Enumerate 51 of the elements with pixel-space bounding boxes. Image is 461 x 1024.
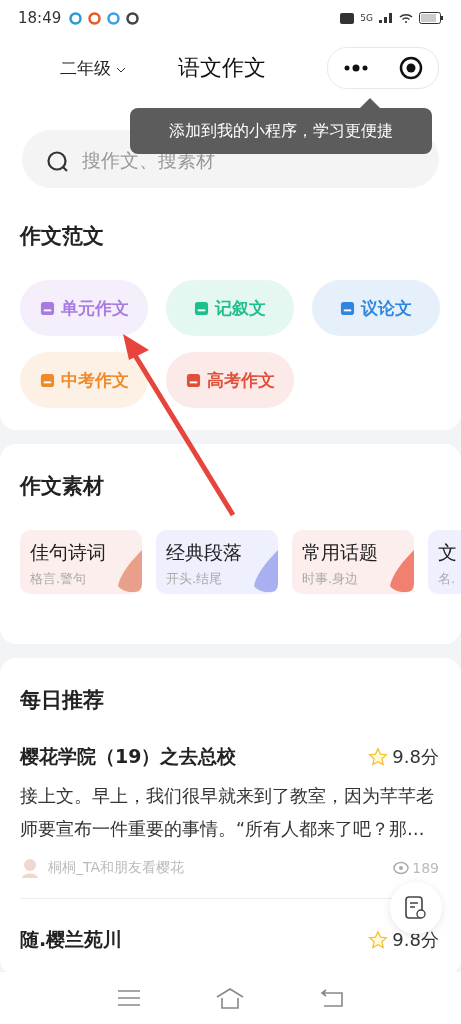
material-subtitle: 时事.身边 <box>302 570 360 588</box>
hd-icon <box>340 12 355 24</box>
category-icon <box>39 372 55 388</box>
network-label: 5G <box>360 13 373 23</box>
battery-icon <box>419 12 443 24</box>
author-name: 桐桐_TA和朋友看樱花 <box>48 859 185 877</box>
category-icon <box>185 372 201 388</box>
tooltip-pointer <box>360 98 380 108</box>
category-icon <box>39 300 55 316</box>
star-icon <box>368 930 389 950</box>
document-star-icon <box>405 896 427 920</box>
notification-icon <box>126 11 140 25</box>
notification-icon <box>69 11 83 25</box>
material-subtitle: 格言.警句 <box>30 570 88 588</box>
section-title: 作文素材 <box>20 473 105 500</box>
category-icon <box>194 300 209 316</box>
article-title[interactable]: 樱花学院（19）之去总校 <box>20 744 237 770</box>
article-excerpt: 接上文。早上，我们很早就来到了教室，因为芊芊老师要宣布一件重要的事情。“所有人都来了吧？那… <box>20 785 435 841</box>
material-title: 文 <box>438 540 458 565</box>
star-icon <box>368 747 389 767</box>
close-target-icon[interactable] <box>399 56 423 80</box>
status-time: 18:49 <box>18 9 62 27</box>
material-card[interactable]: 常用话题 时事.身边 <box>292 530 414 594</box>
material-subtitle: 名. <box>438 570 457 588</box>
signal-icon <box>379 13 393 23</box>
search-icon <box>46 150 70 174</box>
section-title: 作文范文 <box>20 223 105 250</box>
category-icon <box>340 300 355 316</box>
eye-icon <box>393 861 410 875</box>
more-icon[interactable] <box>343 64 369 72</box>
notification-icon <box>88 11 102 25</box>
material-title: 经典段落 <box>166 540 243 565</box>
article-title[interactable]: 随.樱兰苑川 <box>20 927 123 953</box>
page-title: 语文作文 <box>178 54 268 82</box>
back-icon[interactable] <box>319 988 344 1008</box>
grade-selector[interactable]: 二年级 <box>60 56 127 80</box>
article-score: 9.8分 <box>392 745 439 769</box>
view-count: 189 <box>412 860 439 876</box>
chevron-down-icon <box>116 66 127 74</box>
section-title: 每日推荐 <box>20 687 105 714</box>
avatar-icon <box>20 858 40 878</box>
material-card[interactable]: 经典段落 开头.结尾 <box>156 530 278 594</box>
material-title: 常用话题 <box>302 540 379 565</box>
material-subtitle: 开头.结尾 <box>166 570 224 588</box>
material-title: 佳句诗词 <box>30 540 107 565</box>
wifi-icon <box>399 12 413 24</box>
home-icon[interactable] <box>215 987 246 1009</box>
article-score: 9.8分 <box>392 928 439 952</box>
material-card[interactable]: 佳句诗词 格言.警句 <box>20 530 142 594</box>
notification-icon <box>107 11 121 25</box>
material-card[interactable]: 文 名. <box>428 530 461 594</box>
